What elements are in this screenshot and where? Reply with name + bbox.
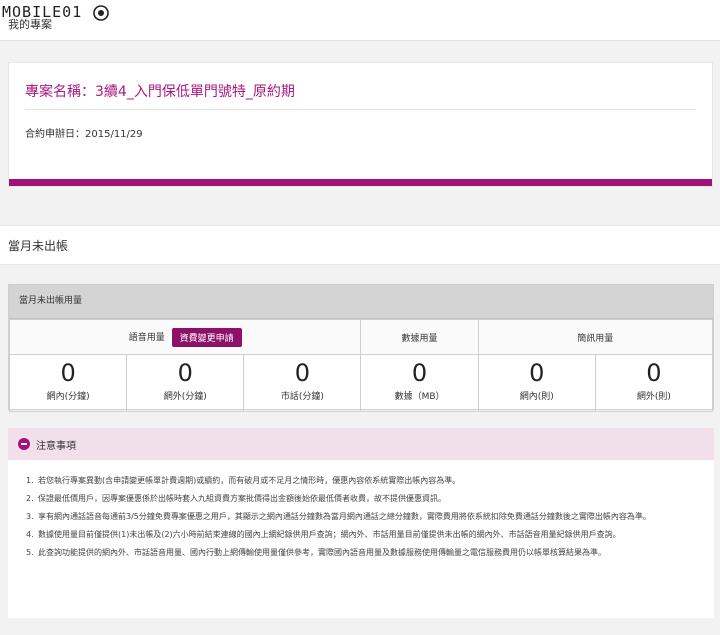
- list-item: 4. 數據使用量目前僅提供(1)未出帳及(2)六小時前結束連線的國內上網紀錄供用戶…: [26, 530, 621, 539]
- usage-value: 0: [60, 359, 76, 387]
- usage-cell-voice-landline: 0 市話(分鐘): [243, 354, 362, 412]
- usage-unit: 網外(分鐘): [163, 392, 207, 402]
- header: MOBILE01 我的專案: [0, 0, 720, 41]
- usage-value: 0: [529, 359, 545, 387]
- usage-panel: 當月未出帳用量 語音用量 資費變更申請 數據用量 簡訊用量 0 網內(分鐘) 0…: [8, 284, 714, 412]
- page-title: 我的專案: [8, 18, 52, 31]
- usage-cell-sms-onnet: 0 網內(則): [477, 354, 596, 412]
- usage-value: 0: [177, 359, 193, 387]
- usage-unit: 網內(分鐘): [46, 392, 90, 402]
- collapse-minus-icon[interactable]: [18, 438, 30, 450]
- plan-change-button[interactable]: 資費變更申請: [171, 327, 242, 347]
- project-name: 專案名稱：3續4_入門保低單門號特_原約期: [25, 84, 295, 100]
- accent-bar: [9, 179, 712, 186]
- divider: [25, 109, 696, 110]
- usage-heading: 當月未出帳用量: [9, 285, 713, 319]
- section-band: 當月未出帳: [0, 225, 720, 265]
- usage-value-row: 0 網內(分鐘) 0 網外(分鐘) 0 市話(分鐘) 0 數據（MB） 0 網內…: [8, 354, 714, 412]
- project-card: 專案名稱：3續4_入門保低單門號特_原約期 合約申辦日：2015/11/29: [8, 62, 713, 187]
- contract-date: 合約申辦日：2015/11/29: [25, 129, 143, 140]
- usage-cell-sms-offnet: 0 網外(則): [594, 354, 714, 412]
- usage-cell-data: 0 數據（MB）: [360, 354, 479, 412]
- usage-unit: 市話(分鐘): [280, 392, 324, 402]
- data-usage-header: 數據用量: [360, 319, 479, 355]
- notes-toggle[interactable]: 注意事項: [8, 428, 714, 460]
- sms-usage-header: 簡訊用量: [477, 319, 714, 355]
- list-item: 1. 若您執行專案異動(含申請變更帳單計費週期)或續約，而有破月或不足月之情形時，…: [26, 476, 461, 485]
- usage-cell-voice-onnet: 0 網內(分鐘): [8, 354, 128, 412]
- usage-unit: 網外(則): [636, 392, 671, 402]
- usage-unit: 網內(則): [519, 392, 554, 402]
- section-title: 當月未出帳: [8, 239, 69, 253]
- usage-category-row: 語音用量 資費變更申請 數據用量 簡訊用量: [8, 319, 714, 355]
- notes-panel: 注意事項 1. 若您執行專案異動(含申請變更帳單計費週期)或續約，而有破月或不足月…: [8, 428, 714, 618]
- logo-eye-icon: [93, 4, 110, 21]
- usage-unit: 數據（MB）: [394, 392, 445, 402]
- notes-title: 注意事項: [36, 441, 76, 452]
- usage-value: 0: [646, 359, 662, 387]
- usage-value: 0: [411, 359, 428, 387]
- usage-cell-voice-offnet: 0 網外(分鐘): [126, 354, 245, 412]
- usage-table: 語音用量 資費變更申請 數據用量 簡訊用量 0 網內(分鐘) 0 網外(分鐘) …: [8, 319, 714, 412]
- list-item: 5. 此查詢功能提供的網內外、市話語音用量、國內行動上網傳輸使用量僅供參考，實際國…: [26, 548, 606, 557]
- list-item: 2. 保證最低價用戶，因專案優惠係於出帳時套入九組資費方案批價得出金額後始依最低價…: [26, 494, 446, 503]
- list-item: 3. 享有網內通話語音每通前3/5分鐘免費專案優惠之用戶，其顯示之網內通話分鐘數為…: [26, 512, 651, 521]
- notes-list: 1. 若您執行專案異動(含申請變更帳單計費週期)或續約，而有破月或不足月之情形時，…: [8, 474, 714, 564]
- usage-value: 0: [294, 359, 311, 387]
- voice-usage-label: 語音用量: [128, 332, 165, 343]
- voice-usage-header: 語音用量 資費變更申請: [8, 319, 362, 355]
